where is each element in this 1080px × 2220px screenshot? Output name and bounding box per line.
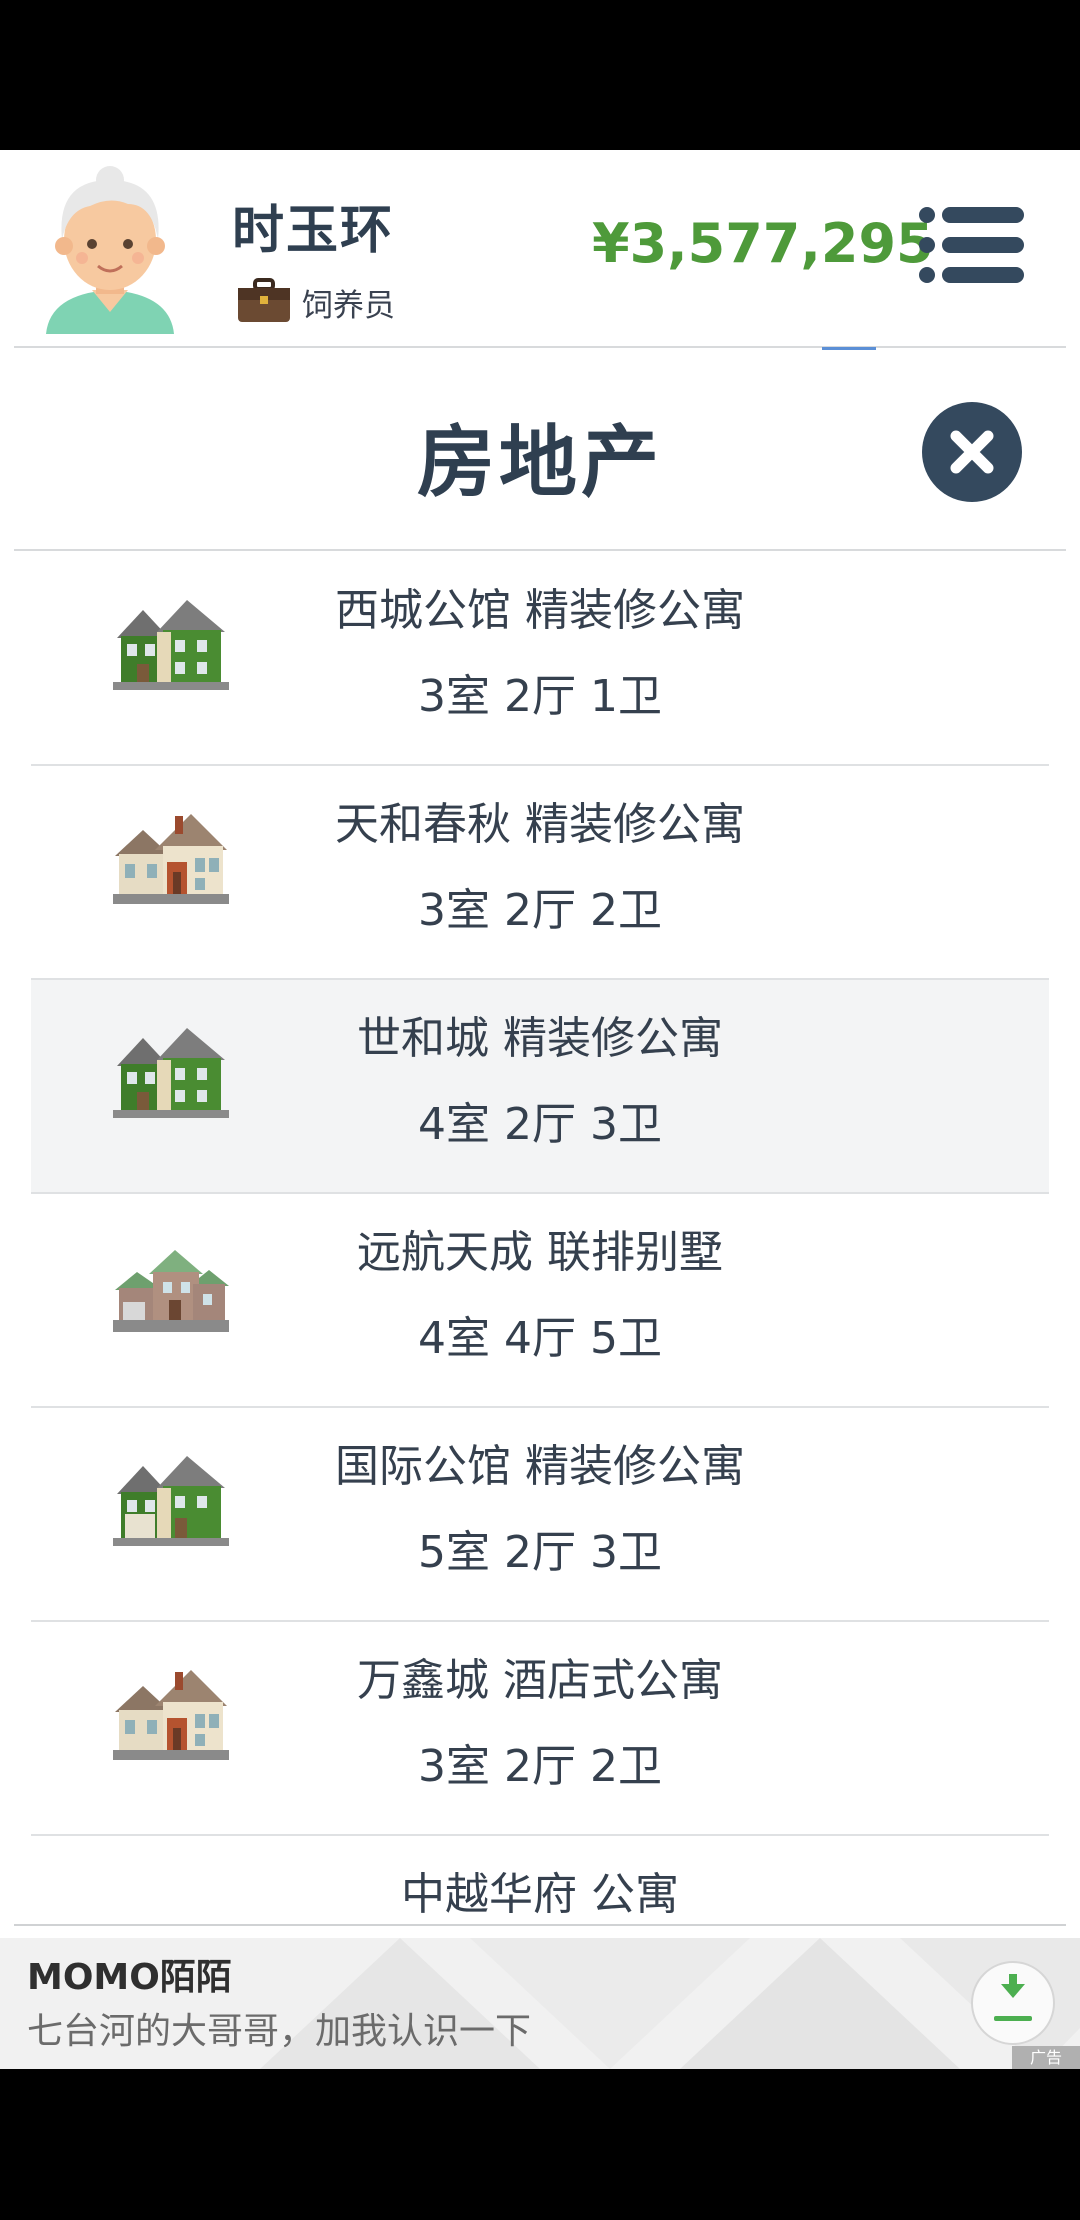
briefcase-icon bbox=[238, 278, 290, 322]
ad-banner[interactable]: MOMO陌陌 七台河的大哥哥，加我认识一下 广告 bbox=[0, 1938, 1080, 2069]
status-bar-area bbox=[0, 0, 1080, 150]
title-divider bbox=[14, 549, 1066, 551]
player-header: 时玉环 饲养员 ¥3,577,295 bbox=[0, 150, 1080, 346]
navigation-bar-area bbox=[0, 2069, 1080, 2220]
player-job: 饲养员 bbox=[302, 288, 395, 324]
ad-title: MOMO陌陌 bbox=[27, 1957, 232, 1998]
property-name: 天和春秋 精装修公寓 bbox=[335, 799, 745, 850]
property-rooms: 3室 2厅 2卫 bbox=[418, 885, 662, 936]
property-item[interactable]: 天和春秋 精装修公寓 3室 2厅 2卫 bbox=[31, 766, 1049, 980]
tab-indicator bbox=[822, 347, 876, 350]
header-divider bbox=[14, 346, 1066, 348]
property-rooms: 3室 2厅 2卫 bbox=[418, 1741, 662, 1792]
money-display: ¥3,577,295 bbox=[592, 212, 934, 275]
property-name: 远航天成 联排别墅 bbox=[357, 1227, 723, 1278]
property-item[interactable]: 国际公馆 精装修公寓 5室 2厅 3卫 bbox=[31, 1408, 1049, 1622]
property-item[interactable]: 万鑫城 酒店式公寓 3室 2厅 2卫 bbox=[31, 1622, 1049, 1836]
property-name: 西城公馆 精装修公寓 bbox=[335, 585, 745, 636]
property-name: 国际公馆 精装修公寓 bbox=[335, 1441, 745, 1492]
property-name: 世和城 精装修公寓 bbox=[357, 1013, 723, 1064]
property-item[interactable]: 西城公馆 精装修公寓 3室 2厅 1卫 bbox=[31, 552, 1049, 766]
player-name: 时玉环 bbox=[232, 201, 395, 261]
menu-icon[interactable] bbox=[918, 206, 1026, 284]
download-icon[interactable] bbox=[970, 1960, 1056, 2046]
property-rooms: 4室 2厅 3卫 bbox=[418, 1099, 662, 1150]
ad-label: 广告 bbox=[1012, 2046, 1080, 2069]
property-list: 西城公馆 精装修公寓 3室 2厅 1卫 天和春秋 精装修公寓 3室 2厅 2卫 bbox=[31, 552, 1049, 2050]
property-rooms: 3室 2厅 1卫 bbox=[418, 671, 662, 722]
property-rooms: 4室 4厅 5卫 bbox=[418, 1313, 662, 1364]
ad-text: 七台河的大哥哥，加我认识一下 bbox=[27, 2011, 532, 2052]
property-name: 万鑫城 酒店式公寓 bbox=[357, 1655, 723, 1706]
property-rooms: 5室 2厅 3卫 bbox=[418, 1527, 662, 1578]
property-name: 中越华府 公寓 bbox=[401, 1869, 679, 1920]
property-item[interactable]: 远航天成 联排别墅 4室 4厅 5卫 bbox=[31, 1194, 1049, 1408]
grandma-avatar bbox=[46, 166, 174, 334]
ad-divider bbox=[14, 1924, 1066, 1926]
close-icon[interactable] bbox=[920, 400, 1024, 504]
game-screen: 时玉环 饲养员 ¥3,577,295 房地产 西城公馆 精装修公寓 3室 2厅 … bbox=[0, 150, 1080, 2069]
property-item[interactable]: 世和城 精装修公寓 4室 2厅 3卫 bbox=[31, 980, 1049, 1194]
page-title: 房地产 bbox=[416, 418, 663, 508]
